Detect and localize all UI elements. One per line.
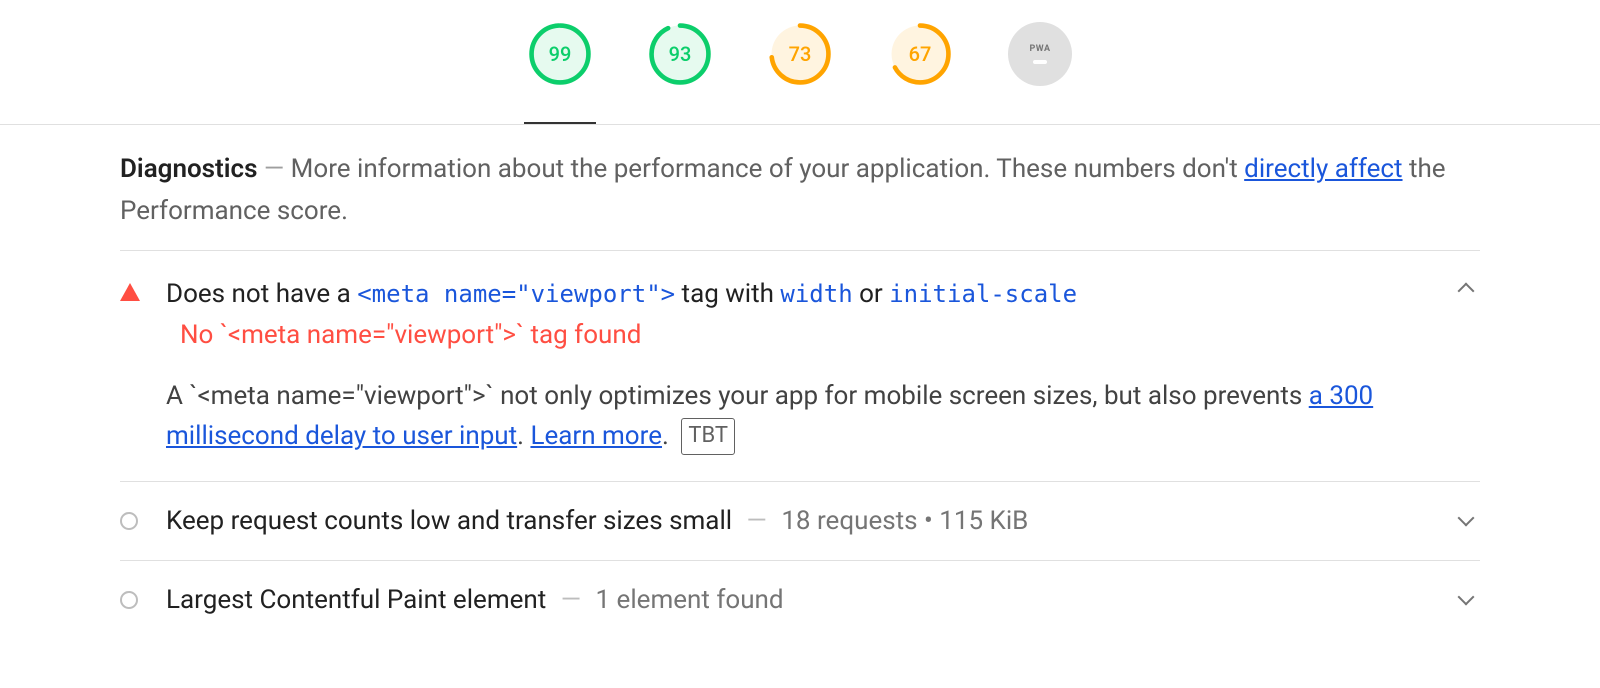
pwa-dash-icon [1033, 60, 1047, 64]
score-accessibility[interactable]: 93 [648, 22, 712, 90]
audit-viewport-description: A `<meta name="viewport">` not only opti… [166, 376, 1432, 457]
audit-requests-summary: 18 requests • 115 KiB [781, 506, 1028, 536]
audit-viewport-title: Does not have a <meta name="viewport"> t… [166, 275, 1432, 314]
audit-lcp: Largest Contentful Paint element — 1 ele… [120, 561, 1480, 639]
performance-score: 99 [528, 22, 592, 86]
chevron-up-icon [1452, 281, 1480, 297]
info-circle-icon [120, 591, 146, 609]
audit-requests: Keep request counts low and transfer siz… [120, 482, 1480, 561]
best-practices-score: 73 [768, 22, 832, 86]
audit-viewport: Does not have a <meta name="viewport"> t… [120, 251, 1480, 482]
score-best-practices[interactable]: 73 [768, 22, 832, 90]
tbt-tag: TBT [681, 418, 735, 454]
audit-lcp-header[interactable]: Largest Contentful Paint element — 1 ele… [120, 561, 1480, 639]
score-performance[interactable]: 99 [528, 22, 592, 90]
audit-requests-header[interactable]: Keep request counts low and transfer siz… [120, 482, 1480, 560]
audit-viewport-subtitle: No `<meta name="viewport">` tag found [180, 320, 1432, 350]
audit-lcp-summary: 1 element found [595, 585, 783, 615]
score-pwa[interactable]: PWA [1008, 22, 1072, 90]
fail-triangle-icon [120, 281, 146, 301]
audit-viewport-header[interactable]: Does not have a <meta name="viewport"> t… [120, 251, 1480, 481]
diagnostics-title: Diagnostics [120, 154, 257, 184]
pwa-label: PWA [1029, 44, 1050, 54]
seo-score: 67 [888, 22, 952, 86]
learn-more-link[interactable]: Learn more [530, 421, 662, 451]
directly-affect-link[interactable]: directly affect [1244, 154, 1402, 184]
diagnostics-desc-1: More information about the performance o… [291, 154, 1245, 184]
score-gauge-row: 99 93 73 67 PWA [0, 0, 1600, 125]
info-circle-icon [120, 512, 146, 530]
diagnostics-heading: Diagnostics — More information about the… [120, 149, 1480, 232]
pwa-gauge-icon: PWA [1008, 22, 1072, 86]
audit-requests-title: Keep request counts low and transfer siz… [166, 506, 732, 536]
chevron-down-icon [1452, 512, 1480, 524]
score-seo[interactable]: 67 [888, 22, 952, 90]
accessibility-score: 93 [648, 22, 712, 86]
chevron-down-icon [1452, 591, 1480, 603]
audit-lcp-title: Largest Contentful Paint element [166, 585, 546, 615]
